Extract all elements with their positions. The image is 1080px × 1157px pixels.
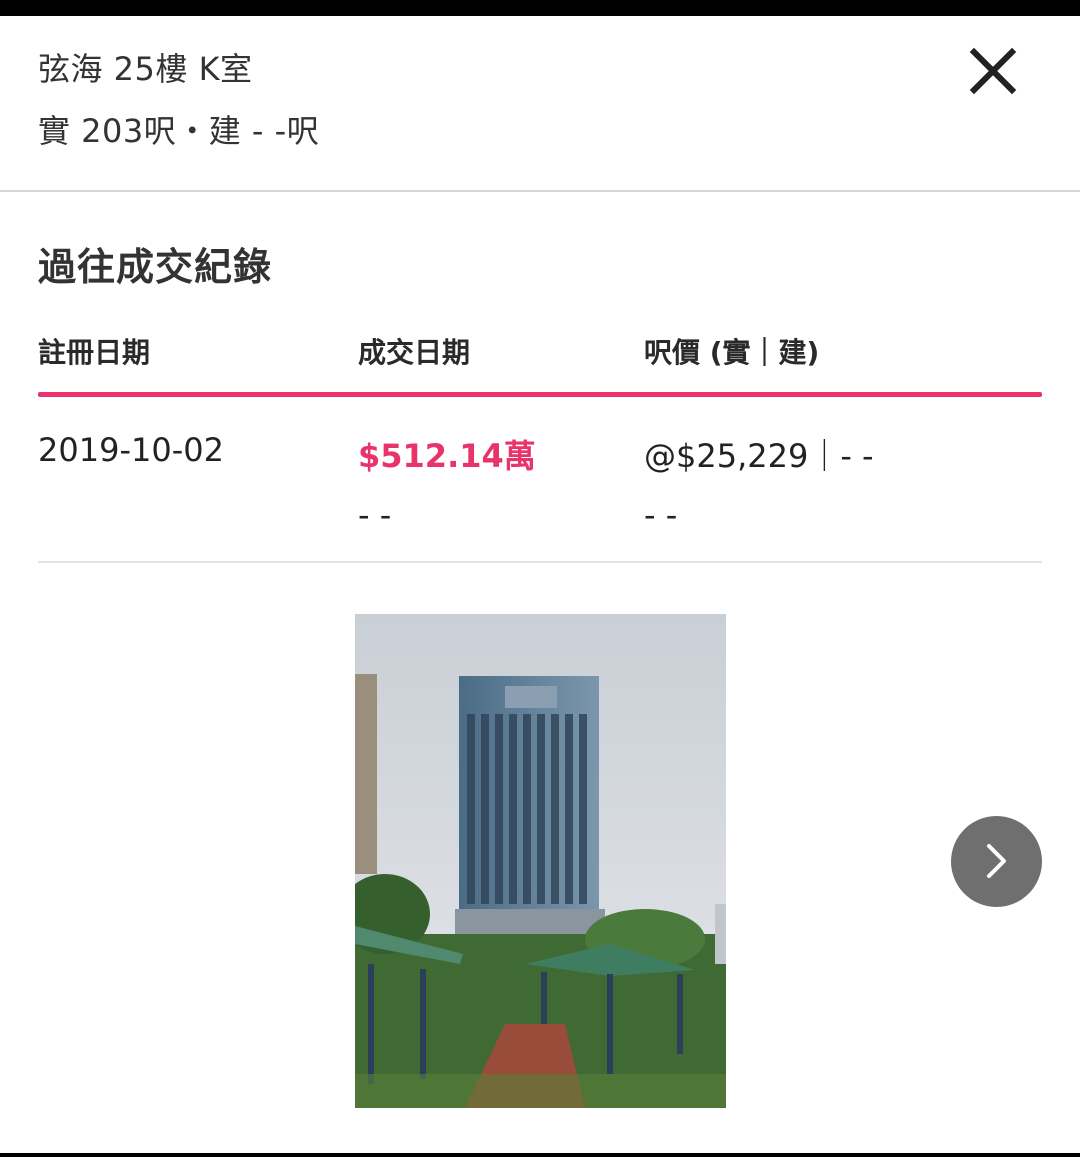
registration-date-cell: 2019-10-02	[38, 431, 224, 469]
building-photo-image	[355, 614, 726, 1108]
price-per-sqft-cell: @$25,229｜- -	[644, 437, 874, 475]
unit-title: 弦海 25樓 K室	[38, 50, 253, 88]
price-cell: $512.14萬	[358, 437, 536, 475]
header-divider	[0, 190, 1080, 192]
table-header-rule	[38, 392, 1042, 397]
close-button[interactable]	[958, 36, 1028, 106]
unit-area: 實 203呎・建 - -呎	[38, 112, 320, 150]
chevron-right-icon	[987, 844, 1006, 878]
row-divider	[38, 561, 1042, 563]
property-photo[interactable]	[355, 614, 726, 1108]
close-icon	[969, 47, 1017, 95]
next-photo-button[interactable]	[951, 816, 1042, 907]
header: 弦海 25樓 K室 實 203呎・建 - -呎	[0, 16, 1080, 192]
transaction-sheet: 弦海 25樓 K室 實 203呎・建 - -呎 過往成交紀錄 註冊日期 成交日期…	[0, 16, 1080, 1153]
secondary-ppsf-cell: - -	[644, 496, 678, 534]
column-header-registration-date: 註冊日期	[38, 336, 151, 369]
column-header-transaction-date: 成交日期	[358, 336, 471, 369]
column-header-price-per-sqft: 呎價 (實｜建)	[644, 336, 820, 369]
section-title: 過往成交紀錄	[38, 245, 273, 289]
transaction-date-cell: - -	[358, 496, 392, 534]
